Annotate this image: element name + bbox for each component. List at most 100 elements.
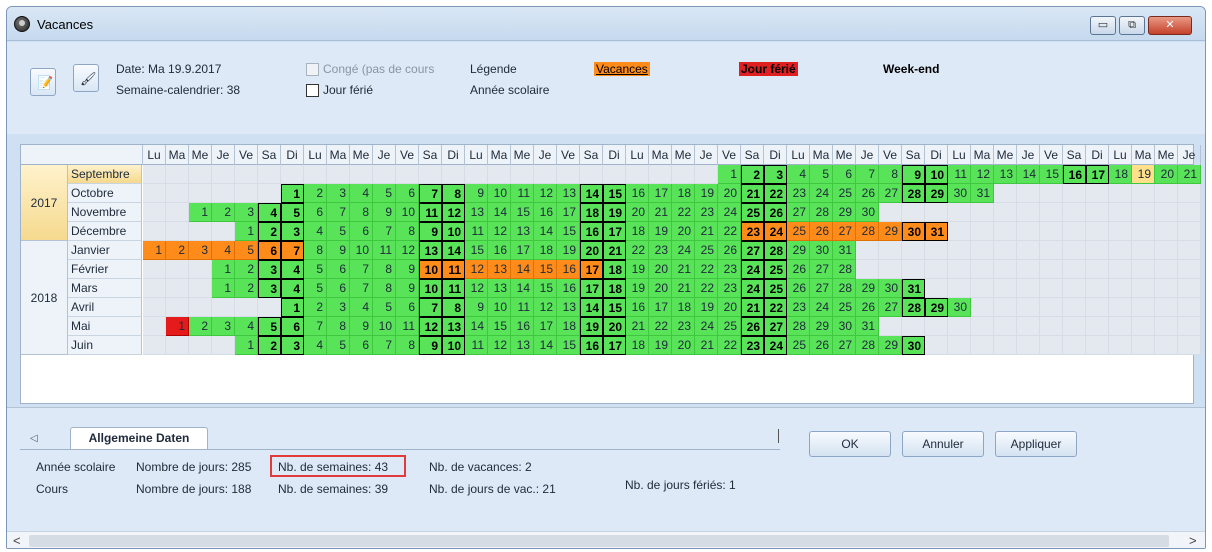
calendar-day[interactable]: 13 xyxy=(994,165,1017,184)
calendar-day[interactable]: 14 xyxy=(1017,165,1040,184)
calendar-day[interactable]: 10 xyxy=(488,298,511,317)
calendar-day[interactable]: 16 xyxy=(580,336,603,355)
calendar-day[interactable]: 7 xyxy=(350,279,373,298)
calendar-day[interactable]: 10 xyxy=(350,241,373,260)
calendar-day[interactable]: 30 xyxy=(902,222,925,241)
calendar-day[interactable]: 2 xyxy=(741,165,764,184)
calendar-day[interactable]: 29 xyxy=(787,241,810,260)
calendar-day[interactable]: 1 xyxy=(166,317,189,336)
calendar-day[interactable]: 25 xyxy=(764,260,787,279)
calendar-day[interactable]: 15 xyxy=(534,260,557,279)
calendar-day[interactable]: 20 xyxy=(718,298,741,317)
calendar-day[interactable]: 4 xyxy=(304,222,327,241)
calendar-day[interactable]: 25 xyxy=(833,298,856,317)
calendar-day[interactable]: 9 xyxy=(465,184,488,203)
calendar-day[interactable]: 6 xyxy=(304,203,327,222)
calendar-day[interactable]: 11 xyxy=(465,336,488,355)
calendar-day[interactable]: 12 xyxy=(971,165,994,184)
calendar-day[interactable]: 8 xyxy=(373,279,396,298)
calendar-day[interactable]: 3 xyxy=(327,298,350,317)
calendar-day[interactable]: 14 xyxy=(534,222,557,241)
calendar-day[interactable]: 16 xyxy=(580,222,603,241)
scroll-right-icon[interactable]: > xyxy=(1189,533,1197,548)
calendar-day[interactable]: 19 xyxy=(695,184,718,203)
calendar-day[interactable]: 20 xyxy=(649,279,672,298)
calendar-day[interactable]: 30 xyxy=(948,298,971,317)
calendar-day[interactable]: 24 xyxy=(695,317,718,336)
calendar-day[interactable]: 25 xyxy=(764,279,787,298)
horizontal-scrollbar[interactable]: < > xyxy=(7,531,1205,548)
calendar-day[interactable]: 13 xyxy=(511,222,534,241)
calendar-day[interactable]: 22 xyxy=(695,279,718,298)
calendar-day[interactable]: 15 xyxy=(534,279,557,298)
calendar-day[interactable]: 28 xyxy=(810,203,833,222)
calendar-day[interactable]: 5 xyxy=(327,336,350,355)
calendar-day[interactable]: 25 xyxy=(787,222,810,241)
calendar-day[interactable]: 3 xyxy=(258,279,281,298)
calendar-day[interactable]: 8 xyxy=(350,203,373,222)
calendar-day[interactable]: 4 xyxy=(258,203,281,222)
calendar-day[interactable]: 6 xyxy=(396,298,419,317)
calendar-day[interactable]: 28 xyxy=(902,298,925,317)
calendar-day[interactable]: 12 xyxy=(465,279,488,298)
calendar-day[interactable]: 5 xyxy=(281,203,304,222)
paint-button[interactable]: 🖌 xyxy=(73,64,99,92)
calendar-day[interactable]: 23 xyxy=(787,184,810,203)
calendar-day[interactable]: 4 xyxy=(350,298,373,317)
calendar-day[interactable]: 27 xyxy=(787,203,810,222)
calendar-day[interactable]: 20 xyxy=(672,222,695,241)
calendar-day[interactable]: 18 xyxy=(1109,165,1132,184)
calendar-day[interactable]: 23 xyxy=(672,317,695,336)
calendar-day[interactable]: 26 xyxy=(810,222,833,241)
calendar-day[interactable]: 22 xyxy=(695,260,718,279)
calendar-day[interactable]: 3 xyxy=(281,336,304,355)
calendar-day[interactable]: 28 xyxy=(902,184,925,203)
calendar-day[interactable]: 17 xyxy=(603,336,626,355)
calendar-day[interactable]: 16 xyxy=(626,298,649,317)
conge-checkbox[interactable] xyxy=(306,63,319,76)
calendar-day[interactable]: 15 xyxy=(465,241,488,260)
calendar-day[interactable]: 15 xyxy=(603,298,626,317)
calendar-day[interactable]: 2 xyxy=(235,279,258,298)
calendar-day[interactable]: 2 xyxy=(258,222,281,241)
month-label[interactable]: Janvier xyxy=(68,241,142,260)
calendar-day[interactable]: 27 xyxy=(764,317,787,336)
calendar-day[interactable]: 30 xyxy=(902,336,925,355)
calendar-grid[interactable]: Lu Ma Me Je Ve Sa Di Lu Ma Me Je Ve Sa Di Lu Ma Me Je Ve Sa… xyxy=(20,144,1201,404)
calendar-day[interactable]: 11 xyxy=(396,317,419,336)
calendar-day[interactable]: 4 xyxy=(281,279,304,298)
calendar-day[interactable]: 18 xyxy=(672,298,695,317)
calendar-day[interactable]: 7 xyxy=(281,241,304,260)
calendar-day[interactable]: 14 xyxy=(534,336,557,355)
calendar-day[interactable]: 26 xyxy=(856,298,879,317)
calendar-day[interactable]: 25 xyxy=(695,241,718,260)
calendar-day[interactable]: 2 xyxy=(304,184,327,203)
calendar-day[interactable]: 24 xyxy=(764,222,787,241)
calendar-day[interactable]: 13 xyxy=(465,203,488,222)
calendar-day[interactable]: 14 xyxy=(442,241,465,260)
calendar-day[interactable]: 28 xyxy=(856,222,879,241)
calendar-day[interactable]: 26 xyxy=(718,241,741,260)
calendar-day[interactable]: 16 xyxy=(1063,165,1086,184)
calendar-day[interactable]: 14 xyxy=(511,279,534,298)
calendar-day[interactable]: 12 xyxy=(488,222,511,241)
calendar-day[interactable]: 3 xyxy=(235,203,258,222)
calendar-day[interactable]: 5 xyxy=(810,165,833,184)
calendar-day[interactable]: 20 xyxy=(718,184,741,203)
calendar-day[interactable]: 19 xyxy=(649,222,672,241)
calendar-day[interactable]: 1 xyxy=(718,165,741,184)
calendar-day[interactable]: 2 xyxy=(166,241,189,260)
calendar-day[interactable]: 8 xyxy=(879,165,902,184)
calendar-day[interactable]: 18 xyxy=(603,279,626,298)
calendar-day[interactable]: 29 xyxy=(925,298,948,317)
calendar-day[interactable]: 9 xyxy=(350,317,373,336)
calendar-day[interactable]: 22 xyxy=(649,317,672,336)
calendar-day[interactable]: 31 xyxy=(856,317,879,336)
calendar-day[interactable]: 7 xyxy=(327,203,350,222)
calendar-day[interactable]: 12 xyxy=(488,336,511,355)
calendar-day[interactable]: 21 xyxy=(741,298,764,317)
calendar-day[interactable]: 8 xyxy=(396,336,419,355)
calendar-day[interactable]: 31 xyxy=(833,241,856,260)
calendar-day[interactable]: 20 xyxy=(1155,165,1178,184)
calendar-day[interactable]: 9 xyxy=(396,260,419,279)
